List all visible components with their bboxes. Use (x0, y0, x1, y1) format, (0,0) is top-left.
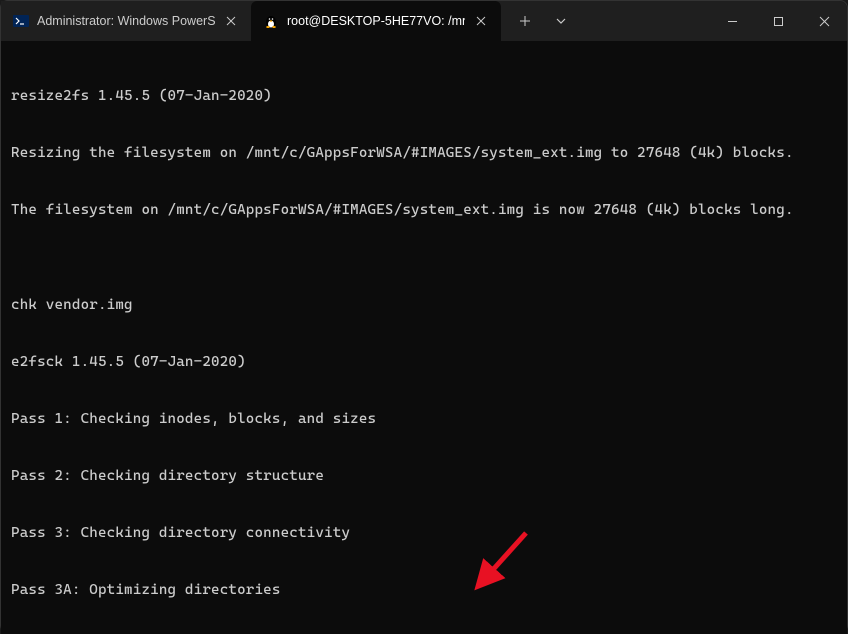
tab-actions (501, 1, 577, 41)
output-line: chk vendor.img (11, 296, 837, 315)
close-icon[interactable] (473, 13, 489, 29)
tab-strip: Administrator: Windows PowerShell root@D… (1, 1, 501, 41)
window-controls (709, 1, 847, 41)
minimize-button[interactable] (709, 1, 755, 41)
output-line: resize2fs 1.45.5 (07-Jan-2020) (11, 87, 837, 106)
output-line: Pass 2: Checking directory structure (11, 467, 837, 486)
output-line: The filesystem on /mnt/c/GAppsForWSA/#IM… (11, 201, 837, 220)
penguin-icon (263, 13, 279, 29)
powershell-icon (13, 13, 29, 29)
output-line: Pass 3A: Optimizing directories (11, 581, 837, 600)
maximize-button[interactable] (755, 1, 801, 41)
tab-title: Administrator: Windows PowerShell (37, 14, 215, 28)
output-line: Resizing the filesystem on /mnt/c/GAppsF… (11, 144, 837, 163)
output-line: e2fsck 1.45.5 (07-Jan-2020) (11, 353, 837, 372)
new-tab-button[interactable] (509, 5, 541, 37)
output-line: Pass 3: Checking directory connectivity (11, 524, 837, 543)
titlebar-drag-area[interactable] (577, 1, 709, 41)
titlebar: Administrator: Windows PowerShell root@D… (1, 1, 847, 41)
output-line: Pass 1: Checking inodes, blocks, and siz… (11, 410, 837, 429)
terminal-output[interactable]: resize2fs 1.45.5 (07-Jan-2020) Resizing … (1, 41, 847, 634)
tab-dropdown-button[interactable] (545, 5, 577, 37)
close-icon[interactable] (223, 13, 239, 29)
tab-powershell[interactable]: Administrator: Windows PowerShell (1, 1, 251, 41)
tab-title: root@DESKTOP-5HE77VO: /mnt (287, 14, 465, 28)
close-window-button[interactable] (801, 1, 847, 41)
tab-linux[interactable]: root@DESKTOP-5HE77VO: /mnt (251, 1, 501, 41)
